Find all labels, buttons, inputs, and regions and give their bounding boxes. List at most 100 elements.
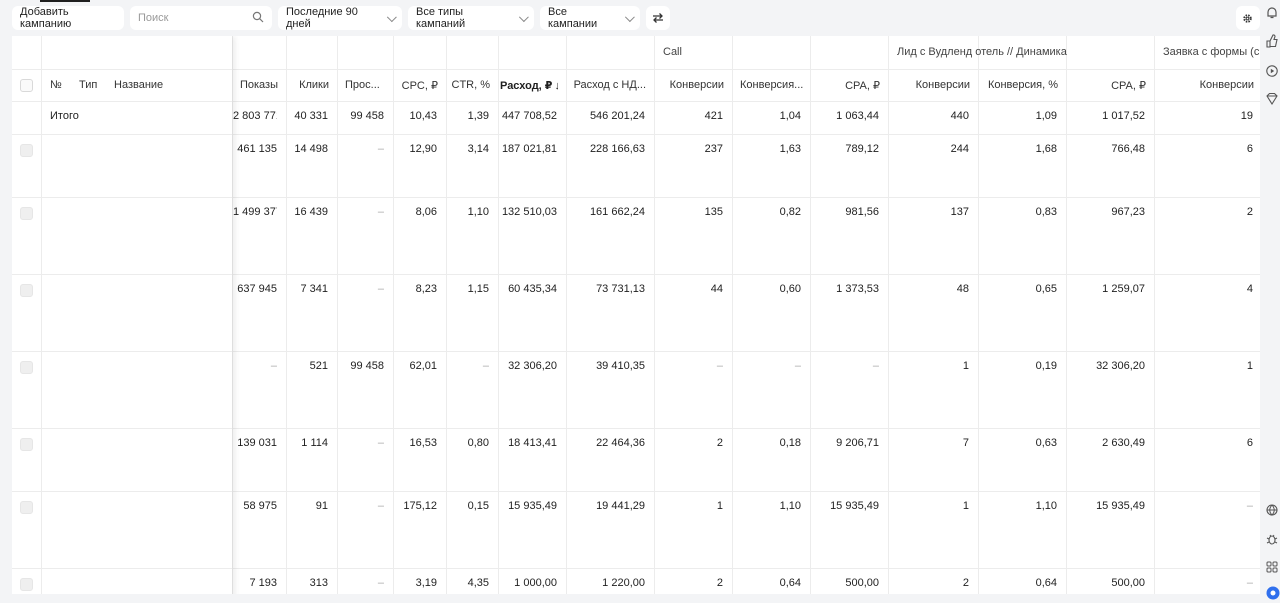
row-checkbox[interactable] <box>20 284 33 297</box>
column-header-conversions[interactable]: Конверсии <box>890 79 970 91</box>
table-cell: 15 935,49 <box>1096 500 1145 512</box>
column-header-name[interactable]: Название <box>114 79 163 91</box>
swap-button[interactable] <box>646 6 670 30</box>
total-cell: 447 708,52 <box>501 110 557 122</box>
table-cell: 7 341 <box>300 283 328 295</box>
table-cell: 1 259,07 <box>1102 283 1145 295</box>
horizontal-scrollbar[interactable] <box>12 594 1260 603</box>
column-header-type[interactable]: Тип <box>79 79 97 91</box>
table-cell: – <box>1246 577 1253 589</box>
total-cell: 2 803 771 <box>233 110 277 122</box>
bell-icon[interactable] <box>1266 6 1278 20</box>
table-cell: – <box>377 437 384 449</box>
settings-button[interactable] <box>1236 6 1260 30</box>
total-cell: 1,04 <box>779 110 801 122</box>
table-cell: 62,01 <box>409 360 437 372</box>
like-icon[interactable] <box>1266 34 1278 48</box>
table-cell: 1,68 <box>1035 143 1057 155</box>
frozen-columns: № Тип Название Итого <box>12 36 232 603</box>
total-cell: 1 063,44 <box>836 110 879 122</box>
period-select[interactable]: Последние 90 дней <box>278 6 402 30</box>
table-cell: 313 <box>309 577 328 589</box>
column-header-clicks[interactable]: Клики <box>288 79 329 91</box>
table-cell: 789,12 <box>845 143 879 155</box>
column-header-cpc[interactable]: CPC, ₽ <box>395 79 438 92</box>
search-input[interactable]: Поиск <box>130 6 272 30</box>
total-cell: 440 <box>950 110 969 122</box>
table-cell: 1 114 <box>301 437 328 449</box>
table-cell: 0,15 <box>467 500 489 512</box>
campaigns-select[interactable]: Все кампании <box>540 6 640 30</box>
statistics-table: Call Лид с Вудленд отель // Динамика Заявк… <box>12 36 1260 603</box>
column-header-conversion-pct-full[interactable]: Конверсия, % <box>980 79 1058 91</box>
table-cell: 0,83 <box>1035 206 1057 218</box>
total-cell: 1 017,52 <box>1102 110 1145 122</box>
table-cell: 521 <box>309 360 328 372</box>
table-cell: 500,00 <box>845 577 879 589</box>
add-campaign-button[interactable]: Добавить кампанию <box>12 6 124 30</box>
globe-icon[interactable] <box>1266 503 1278 517</box>
row-checkbox[interactable] <box>20 578 33 591</box>
table-cell: 14 498 <box>294 143 328 155</box>
table-cell: 8,06 <box>415 206 437 218</box>
table-cell: 1 499 377 <box>233 206 277 218</box>
row-checkbox[interactable] <box>20 438 33 451</box>
table-cell: 32 306,20 <box>1096 360 1145 372</box>
apps-grid-icon[interactable] <box>1266 560 1278 574</box>
row-checkbox[interactable] <box>20 207 33 220</box>
table-cell: – <box>794 360 801 372</box>
column-header-number[interactable]: № <box>50 79 62 91</box>
column-header-conversion-pct[interactable]: Конверсия... <box>740 79 808 91</box>
column-header-conversions[interactable]: Конверсии <box>656 79 724 91</box>
table-cell: 2 <box>1246 206 1253 218</box>
help-chat-icon[interactable] <box>1266 586 1280 600</box>
right-rail <box>1262 0 1280 603</box>
table-cell: 2 <box>716 577 723 589</box>
column-header-cpa[interactable]: CPA, ₽ <box>812 79 880 92</box>
column-header-spend[interactable]: Расход, ₽ ↓ <box>500 79 558 92</box>
diamond-icon[interactable] <box>1266 92 1278 106</box>
table-cell: 135 <box>704 206 723 218</box>
column-header-ctr[interactable]: CTR, % <box>448 79 491 91</box>
row-divider <box>12 101 232 102</box>
table-cell: 2 <box>716 437 723 449</box>
sort-desc-icon[interactable]: ↓ <box>554 80 558 92</box>
table-cell: – <box>716 360 723 372</box>
row-divider <box>12 274 232 275</box>
total-cell: 10,43 <box>409 110 437 122</box>
table-cell: 0,80 <box>467 437 489 449</box>
table-cell: 0,64 <box>779 577 801 589</box>
campaign-types-label: Все типы кампаний <box>416 6 466 30</box>
row-checkbox[interactable] <box>20 144 33 157</box>
column-header-spend-vat[interactable]: Расход с НД... <box>568 79 646 91</box>
table-cell: 19 441,29 <box>596 500 645 512</box>
column-header-conversions[interactable]: Конверсии <box>1156 79 1254 91</box>
search-placeholder: Поиск <box>138 12 169 24</box>
row-divider <box>12 568 232 569</box>
column-header-impressions[interactable]: Показы <box>234 79 278 91</box>
table-cell: 16 439 <box>294 206 328 218</box>
row-checkbox[interactable] <box>20 361 33 374</box>
row-checkbox[interactable] <box>20 501 33 514</box>
table-cell: 8,23 <box>415 283 437 295</box>
table-cell: – <box>377 577 384 589</box>
table-cell: 9 206,71 <box>836 437 879 449</box>
add-campaign-label: Добавить кампанию <box>20 6 72 30</box>
group-header-lead: Лид с Вудленд отель // Динамика <box>897 46 1067 58</box>
bug-icon[interactable] <box>1266 532 1278 546</box>
table-cell: – <box>377 143 384 155</box>
column-header-cpa[interactable]: CPA, ₽ <box>1068 79 1146 92</box>
header-divider <box>232 69 1260 70</box>
table-cell: 500,00 <box>1111 577 1145 589</box>
table-cell: 18 413,41 <box>508 437 557 449</box>
play-icon[interactable] <box>1266 64 1278 78</box>
table-cell: 32 306,20 <box>508 360 557 372</box>
total-cell: 546 201,24 <box>589 110 645 122</box>
table-cell: 2 630,49 <box>1102 437 1145 449</box>
campaign-types-select[interactable]: Все типы кампаний <box>408 6 534 30</box>
campaigns-label: Все кампании <box>548 6 598 30</box>
row-divider <box>12 491 232 492</box>
select-all-checkbox[interactable] <box>20 79 33 92</box>
column-header-views[interactable]: Прос... <box>345 79 391 91</box>
table-cell: 132 510,03 <box>501 206 557 218</box>
